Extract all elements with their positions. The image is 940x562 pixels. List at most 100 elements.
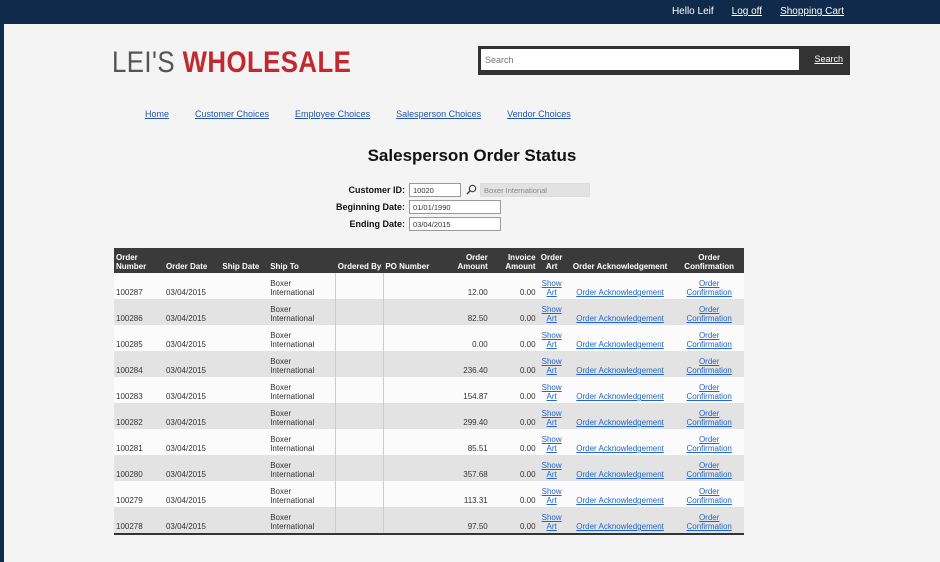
- col-header-ship-date[interactable]: Ship Date: [220, 248, 269, 273]
- order-confirmation-link[interactable]: Order Confirmation: [687, 383, 732, 401]
- ending-date-field[interactable]: 03/04/2015: [409, 217, 501, 231]
- show-art-link[interactable]: Show Art: [542, 357, 562, 375]
- beginning-date-label: Beginning Date:: [336, 202, 405, 212]
- main-nav: Home Customer Choices Employee Choices S…: [145, 109, 571, 119]
- top-bar: Hello Leif Log off Shopping Cart: [0, 0, 940, 24]
- cell-invoice-amount: 0.00: [489, 273, 538, 299]
- col-header-po-number[interactable]: PO Number: [383, 248, 436, 273]
- search-bar: Search: [478, 46, 850, 75]
- show-art-link[interactable]: Show Art: [542, 461, 562, 479]
- cell-ship-to: Boxer International: [268, 429, 336, 455]
- order-acknowledgement-link[interactable]: Order Acknowledgement: [576, 392, 664, 401]
- nav-home[interactable]: Home: [145, 109, 169, 119]
- cell-order-amount: 357.68: [435, 455, 490, 481]
- page-title: Salesperson Order Status: [367, 146, 577, 165]
- show-art-link[interactable]: Show Art: [542, 513, 562, 531]
- cell-order-amount: 154.87: [435, 377, 490, 403]
- cell-ship-to: Boxer International: [268, 481, 336, 507]
- cell-invoice-amount: 0.00: [489, 455, 538, 481]
- cell-order-amount: 97.50: [435, 507, 490, 534]
- cell-order-number: 100283: [114, 377, 164, 403]
- order-confirmation-link[interactable]: Order Confirmation: [687, 305, 732, 323]
- table-row: 100284 03/04/2015 Boxer International 23…: [114, 351, 744, 377]
- order-acknowledgement-link[interactable]: Order Acknowledgement: [576, 314, 664, 323]
- table-row: 100281 03/04/2015 Boxer International 85…: [114, 429, 744, 455]
- shopping-cart-link[interactable]: Shopping Cart: [780, 6, 844, 17]
- order-acknowledgement-link[interactable]: Order Acknowledgement: [576, 288, 664, 297]
- cell-ship-date: [220, 351, 269, 377]
- show-art-link[interactable]: Show Art: [542, 435, 562, 453]
- nav-salesperson-choices[interactable]: Salesperson Choices: [396, 109, 481, 119]
- col-header-order-amount[interactable]: Order Amount: [435, 248, 490, 273]
- show-art-link[interactable]: Show Art: [542, 487, 562, 505]
- col-header-invoice-amount[interactable]: Invoice Amount: [489, 248, 538, 273]
- cell-ship-date: [220, 429, 269, 455]
- table-row: 100280 03/04/2015 Boxer International 35…: [114, 455, 744, 481]
- order-acknowledgement-link[interactable]: Order Acknowledgement: [576, 444, 664, 453]
- nav-employee-choices[interactable]: Employee Choices: [295, 109, 370, 119]
- search-button[interactable]: Search: [814, 54, 843, 64]
- table-row: 100283 03/04/2015 Boxer International 15…: [114, 377, 744, 403]
- col-header-order-art[interactable]: Order Art: [537, 248, 566, 273]
- order-acknowledgement-link[interactable]: Order Acknowledgement: [576, 470, 664, 479]
- cell-order-number: 100285: [114, 325, 164, 351]
- order-confirmation-link[interactable]: Order Confirmation: [687, 331, 732, 349]
- show-art-link[interactable]: Show Art: [542, 331, 562, 349]
- col-header-order-date[interactable]: Order Date: [163, 248, 221, 273]
- cell-order-amount: 113.31: [435, 481, 490, 507]
- cell-order-number: 100284: [114, 351, 164, 377]
- order-acknowledgement-link[interactable]: Order Acknowledgement: [576, 418, 664, 427]
- search-input[interactable]: [481, 49, 799, 70]
- table-row: 100287 03/04/2015 Boxer International 12…: [114, 273, 744, 299]
- beginning-date-field[interactable]: 01/01/1990: [409, 200, 501, 214]
- cell-order-amount: 12.00: [435, 273, 490, 299]
- order-confirmation-link[interactable]: Order Confirmation: [687, 409, 732, 427]
- cell-po-number: [382, 325, 436, 351]
- cell-ship-date: [220, 481, 269, 507]
- col-header-ordered-by[interactable]: Ordered By: [335, 248, 384, 273]
- site-logo[interactable]: LEI'S WHOLESALE: [112, 46, 351, 80]
- col-header-order-number[interactable]: Order Number: [114, 248, 164, 273]
- cell-invoice-amount: 0.00: [489, 377, 538, 403]
- cell-po-number: [382, 377, 436, 403]
- order-acknowledgement-link[interactable]: Order Acknowledgement: [576, 366, 664, 375]
- beginning-date-row: Beginning Date: 01/01/1990: [322, 199, 501, 215]
- cell-po-number: [382, 455, 436, 481]
- col-header-order-confirmation[interactable]: Order Confirmation: [674, 248, 744, 273]
- customer-id-field[interactable]: 10020: [409, 183, 461, 197]
- show-art-link[interactable]: Show Art: [542, 279, 562, 297]
- order-acknowledgement-link[interactable]: Order Acknowledgement: [576, 496, 664, 505]
- cell-ship-to: Boxer International: [268, 299, 336, 325]
- table-header-row: Order Number Order Date Ship Date Ship T…: [114, 248, 744, 273]
- ending-date-row: Ending Date: 03/04/2015: [322, 216, 501, 232]
- order-confirmation-link[interactable]: Order Confirmation: [687, 279, 732, 297]
- page-content: LEI'S WHOLESALE Search Home Customer Cho…: [4, 24, 940, 562]
- cell-order-date: 03/04/2015: [163, 377, 221, 403]
- orders-table: Order Number Order Date Ship Date Ship T…: [114, 248, 744, 535]
- table-row: 100279 03/04/2015 Boxer International 11…: [114, 481, 744, 507]
- col-header-ship-to[interactable]: Ship To: [268, 248, 336, 273]
- cell-order-number: 100287: [114, 273, 164, 299]
- cell-ordered-by: [335, 507, 384, 534]
- order-acknowledgement-link[interactable]: Order Acknowledgement: [576, 522, 664, 531]
- nav-vendor-choices[interactable]: Vendor Choices: [507, 109, 571, 119]
- order-confirmation-link[interactable]: Order Confirmation: [687, 487, 732, 505]
- col-header-order-acknowledgement[interactable]: Order Acknowledgement: [565, 248, 675, 273]
- show-art-link[interactable]: Show Art: [542, 383, 562, 401]
- cell-ordered-by: [335, 299, 384, 325]
- show-art-link[interactable]: Show Art: [542, 409, 562, 427]
- order-confirmation-link[interactable]: Order Confirmation: [687, 435, 732, 453]
- show-art-link[interactable]: Show Art: [542, 305, 562, 323]
- search-icon[interactable]: [466, 184, 480, 197]
- order-acknowledgement-link[interactable]: Order Acknowledgement: [576, 340, 664, 349]
- nav-customer-choices[interactable]: Customer Choices: [195, 109, 269, 119]
- cell-po-number: [382, 429, 436, 455]
- cell-ordered-by: [335, 273, 384, 299]
- cell-order-date: 03/04/2015: [163, 403, 221, 429]
- logoff-link[interactable]: Log off: [732, 6, 762, 17]
- cell-ship-to: Boxer International: [268, 351, 336, 377]
- cell-order-amount: 299.40: [435, 403, 490, 429]
- order-confirmation-link[interactable]: Order Confirmation: [687, 357, 732, 375]
- order-confirmation-link[interactable]: Order Confirmation: [687, 461, 732, 479]
- order-confirmation-link[interactable]: Order Confirmation: [687, 513, 732, 531]
